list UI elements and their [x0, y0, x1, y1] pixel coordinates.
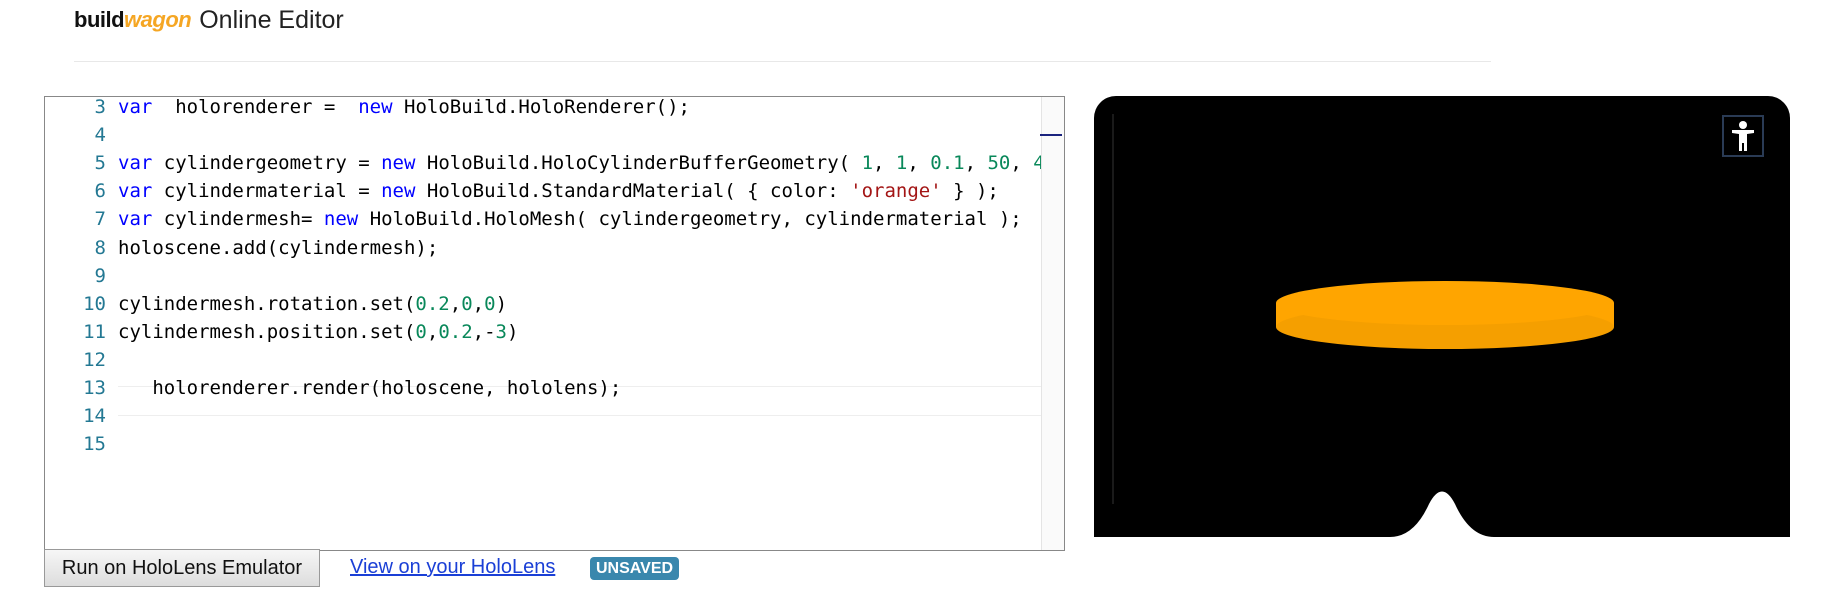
- code-token: 0.2: [438, 320, 473, 343]
- code-line[interactable]: var cylindermesh= new HoloBuild.HoloMesh…: [118, 205, 1022, 233]
- code-token: 0: [415, 320, 427, 343]
- code-token: new: [381, 152, 416, 175]
- code-token: holoscene.add(cylindermesh);: [118, 236, 439, 259]
- headset-nose-cutout: [1390, 491, 1494, 537]
- line-number: 14: [83, 405, 106, 428]
- code-token: new: [323, 208, 359, 231]
- code-token: 1: [861, 152, 874, 175]
- line-number: 3: [94, 96, 106, 118]
- line-number: 8: [94, 236, 106, 259]
- app-header: buildwagon Online Editor: [74, 0, 344, 40]
- code-token: 0: [461, 292, 473, 315]
- code-token: HoloBuild.HoloRenderer();: [392, 96, 690, 118]
- holo-viewport[interactable]: [1094, 96, 1790, 537]
- code-editor[interactable]: 3 4 5 6 7 8 9 10 11 12 13 14 15 var holorenderer = n…: [44, 96, 1065, 551]
- code-line[interactable]: var cylindermaterial = new HoloBuild.Sta…: [118, 177, 999, 205]
- code-token: ,: [472, 292, 485, 315]
- line-number: 7: [94, 208, 106, 231]
- code-line[interactable]: holorenderer.render(holoscene, hololens)…: [118, 374, 621, 402]
- code-token: 1: [895, 152, 908, 175]
- code-token: cylindergeometry =: [152, 152, 382, 175]
- line-number: 6: [94, 180, 106, 203]
- code-token: ,: [426, 320, 439, 343]
- header-divider: [74, 61, 1491, 62]
- buildwagon-logo[interactable]: buildwagon: [74, 7, 192, 33]
- code-line[interactable]: var cylindergeometry = new HoloBuild.Hol…: [118, 149, 1056, 177]
- code-token: ,-: [472, 320, 496, 343]
- code-token: HoloBuild.HoloCylinderBufferGeometry(: [415, 152, 862, 175]
- line-number: 4: [94, 124, 106, 147]
- code-line[interactable]: var holorenderer = new HoloBuild.HoloRen…: [118, 96, 690, 121]
- code-token: 50: [987, 152, 1011, 175]
- code-line[interactable]: cylindermesh.rotation.set(0.2,0,0): [118, 290, 507, 318]
- logo-part-wagon: wagon: [124, 7, 192, 32]
- code-token: var: [118, 208, 153, 231]
- code-token: 'orange': [850, 180, 942, 203]
- run-emulator-button[interactable]: Run on HoloLens Emulator: [44, 549, 320, 587]
- code-token: HoloBuild.StandardMaterial( { color:: [415, 180, 851, 203]
- cursor-line-marker: [1040, 134, 1062, 136]
- code-token: ,: [449, 292, 462, 315]
- code-token: 3: [495, 320, 507, 343]
- scene-canvas: [1276, 281, 1614, 537]
- line-number: 11: [83, 320, 106, 343]
- code-token: var: [118, 180, 153, 203]
- logo-part-build: build: [74, 7, 125, 32]
- code-token: } );: [941, 180, 999, 203]
- code-token: 0.2: [415, 292, 450, 315]
- line-number: 10: [83, 292, 106, 315]
- status-badge: UNSAVED: [590, 557, 680, 580]
- code-token: holorenderer.render(holoscene, hololens)…: [118, 377, 622, 399]
- code-line[interactable]: holoscene.add(cylindermesh);: [118, 234, 438, 262]
- line-number-gutter: 3 4 5 6 7 8 9 10 11 12 13 14 15: [45, 97, 109, 550]
- code-token: 0: [484, 292, 496, 315]
- view-on-hololens-link[interactable]: View on your HoloLens: [350, 556, 555, 579]
- person-vr-icon: [1732, 121, 1754, 151]
- code-token: cylindermaterial =: [152, 180, 382, 203]
- code-token: holorenderer =: [152, 96, 359, 118]
- line-number: 12: [83, 348, 106, 371]
- code-token: ,: [964, 152, 988, 175]
- code-token: ,: [873, 152, 896, 175]
- code-line[interactable]: cylindermesh.position.set(0,0.2,-3): [118, 318, 518, 346]
- code-token: ): [495, 292, 508, 315]
- orange-cylinder: [1276, 281, 1614, 349]
- code-token: new: [358, 96, 393, 118]
- code-token: var: [118, 152, 153, 175]
- code-token: 0.1: [930, 152, 965, 175]
- code-area[interactable]: var holorenderer = new HoloBuild.HoloRen…: [118, 97, 1064, 550]
- line-number: 13: [83, 377, 106, 399]
- line-number: 15: [83, 433, 106, 456]
- code-token: ,: [1010, 152, 1034, 175]
- code-token: ): [507, 320, 519, 343]
- editor-scrollbar[interactable]: [1041, 97, 1064, 550]
- code-token: var: [118, 96, 153, 118]
- code-token: cylindermesh.rotation.set(: [118, 292, 416, 315]
- code-token: ,: [907, 152, 931, 175]
- code-token: HoloBuild.HoloMesh( cylindergeometry, cy…: [358, 208, 1022, 231]
- code-token: cylindermesh=: [152, 208, 324, 231]
- vr-mode-button[interactable]: [1722, 115, 1764, 157]
- code-token: cylindermesh.position.set(: [118, 320, 416, 343]
- line-number: 9: [94, 264, 106, 287]
- app-title: Online Editor: [199, 5, 344, 34]
- line-number: 5: [94, 152, 106, 175]
- code-token: new: [381, 180, 416, 203]
